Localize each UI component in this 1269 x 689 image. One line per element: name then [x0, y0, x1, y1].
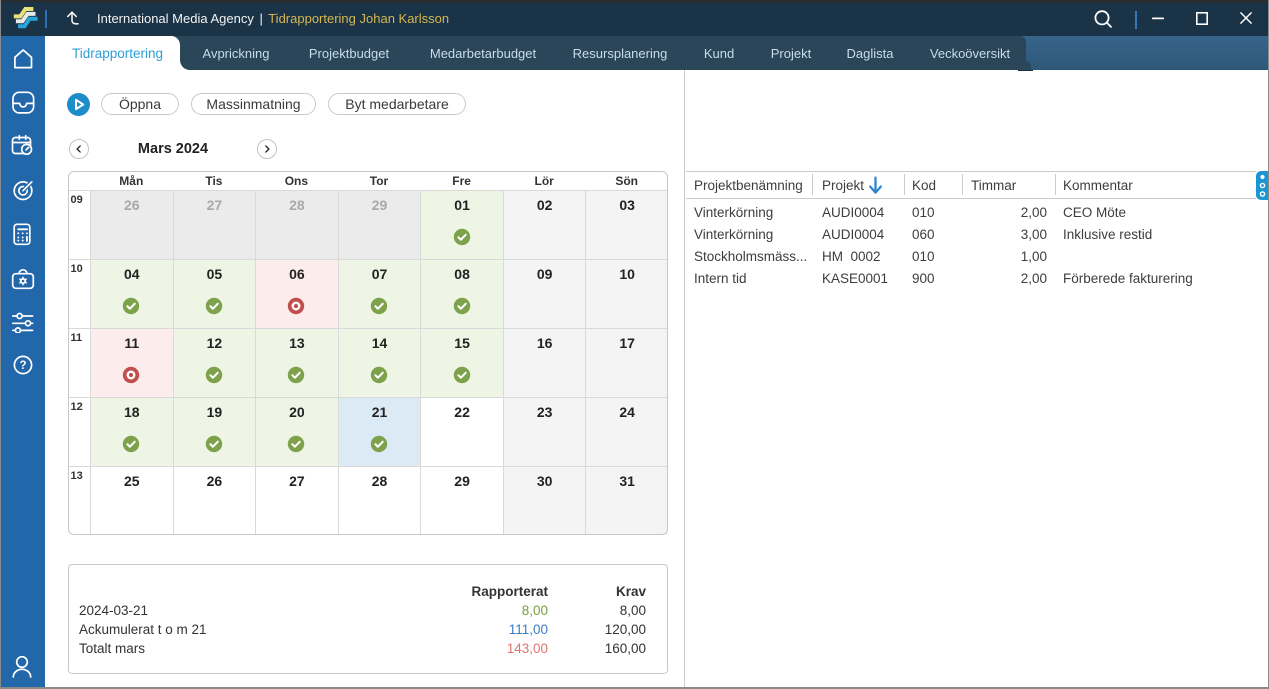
- svg-text:?: ?: [19, 360, 26, 372]
